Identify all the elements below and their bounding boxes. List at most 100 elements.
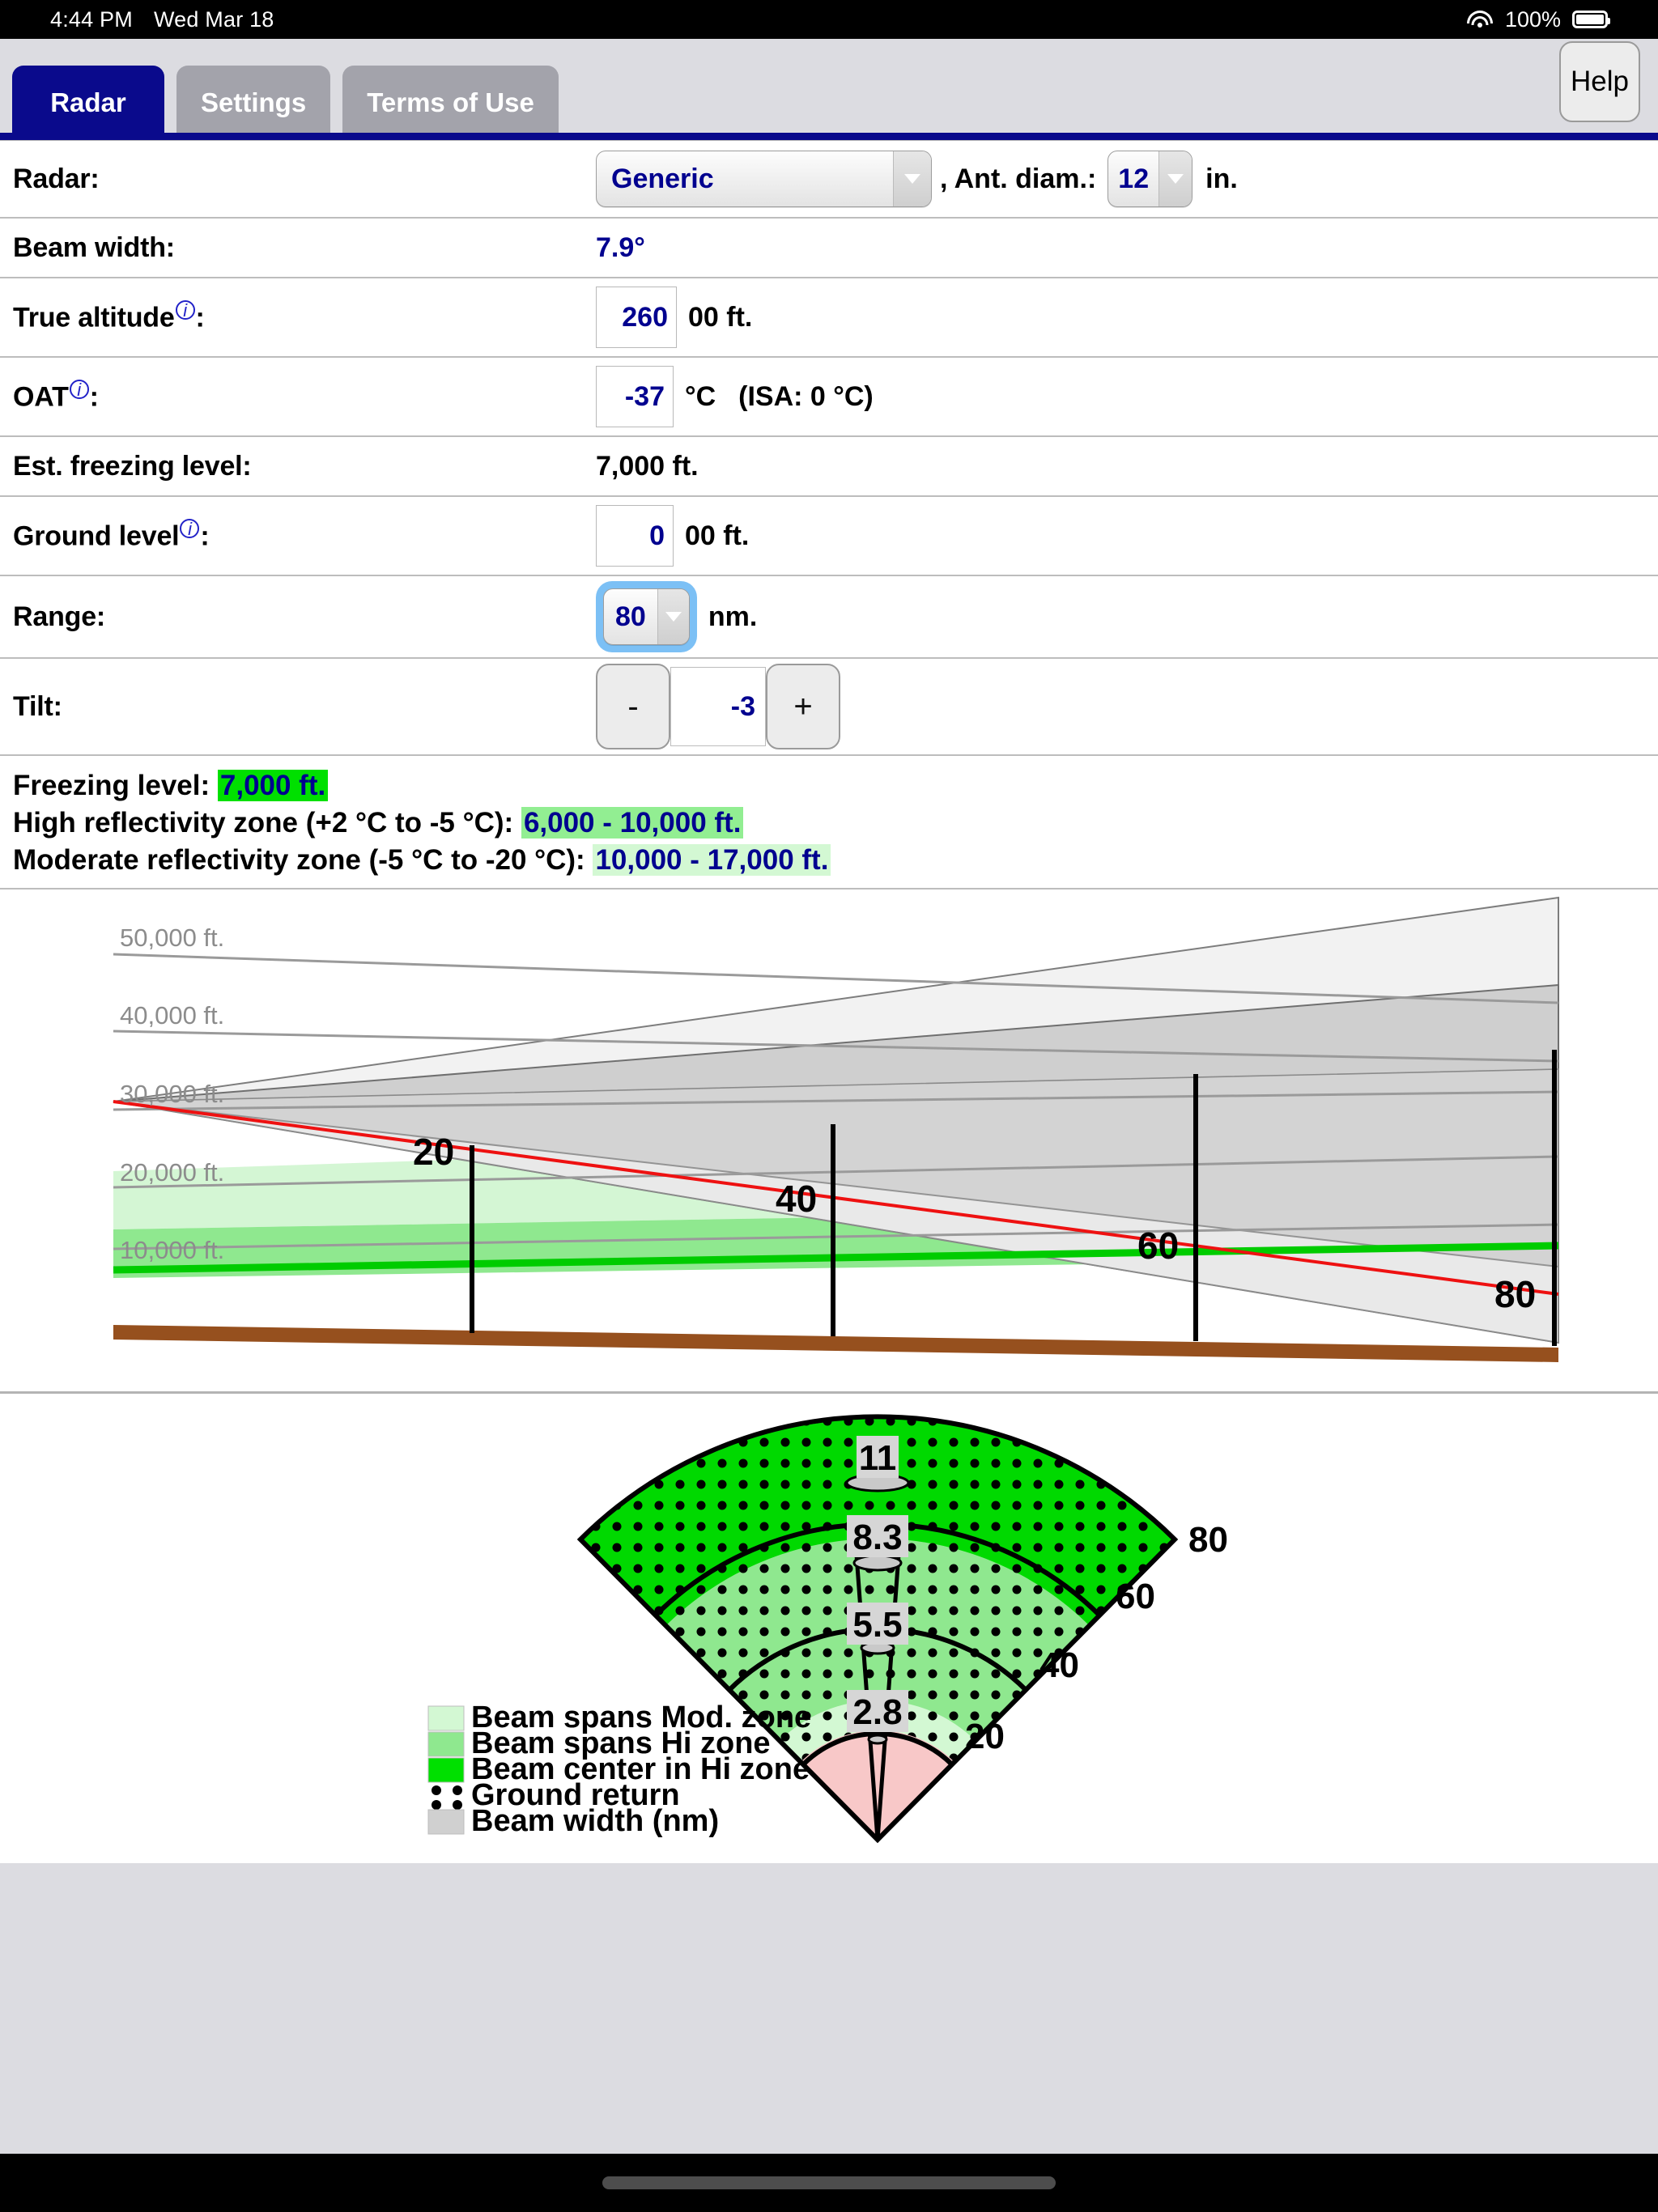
sv-xtick-20: 20 — [413, 1131, 454, 1173]
tab-settings-label: Settings — [201, 87, 307, 117]
info-icon[interactable]: i — [180, 519, 200, 539]
oat-isa: (ISA: 0 °C) — [738, 380, 874, 412]
legend-swatch-beam-width — [427, 1809, 465, 1835]
summary-moderate-value: 10,000 - 17,000 ft. — [593, 844, 831, 877]
row-true-altitude: True altitude i: 260 00 ft. — [0, 278, 1658, 358]
fan-beamwidth-20: 2.8 — [852, 1692, 902, 1732]
ground-level-label: Ground level i: — [13, 519, 210, 552]
reflectivity-summary: Freezing level: 7,000 ft. High reflectiv… — [0, 756, 1658, 889]
status-bar-left: 4:44 PM Wed Mar 18 — [50, 7, 274, 32]
row-oat: OAT i: -37 °C (ISA: 0 °C) — [0, 358, 1658, 437]
row-radar: Radar: Generic , Ant. diam.: 12 in. — [0, 141, 1658, 219]
tilt-decrement-button[interactable]: - — [596, 664, 670, 749]
plan-view-chart[interactable]: 2.8 5.5 8.3 11 20 40 60 80 Beam spans Mo… — [0, 1393, 1658, 1863]
help-button[interactable]: Help — [1559, 41, 1640, 122]
summary-high-value: 6,000 - 10,000 ft. — [521, 807, 744, 839]
battery-icon — [1572, 11, 1610, 28]
true-altitude-unit: 00 ft. — [688, 301, 753, 333]
ant-diam-value: 12 — [1118, 163, 1150, 194]
chevron-down-icon — [893, 151, 931, 206]
fan-ring-label-20: 20 — [965, 1717, 1005, 1756]
true-altitude-value: 260 — [622, 301, 668, 333]
legend-swatch-hi-zone — [427, 1731, 465, 1757]
tab-bar: Radar Settings Terms of Use Help — [0, 39, 1658, 140]
summary-high-prefix: High reflectivity zone (+2 °C to -5 °C): — [13, 807, 521, 839]
true-altitude-input[interactable]: 260 — [596, 287, 677, 348]
legend-swatch-center-hi-zone — [427, 1757, 465, 1783]
ground-level-input[interactable]: 0 — [596, 505, 674, 567]
sv-ytick-10000: 10,000 ft. — [120, 1236, 224, 1264]
page-background-filler — [0, 1862, 1658, 2154]
legend-label-beam-width: Beam width (nm) — [471, 1804, 719, 1838]
tilt-decrement-label: - — [627, 688, 639, 724]
summary-freezing-line: Freezing level: 7,000 ft. — [13, 767, 1645, 805]
beam-width-label: Beam width: — [13, 231, 175, 263]
tilt-increment-button[interactable]: + — [766, 664, 840, 749]
oat-label: OAT i: — [13, 380, 99, 413]
row-est-freezing-level: Est. freezing level: 7,000 ft. — [0, 437, 1658, 497]
fan-beamwidth-40: 5.5 — [852, 1605, 902, 1645]
range-select[interactable]: 80 — [603, 588, 690, 645]
radar-label: Radar: — [13, 163, 100, 194]
summary-high-line: High reflectivity zone (+2 °C to -5 °C):… — [13, 805, 1645, 842]
sv-ytick-40000: 40,000 ft. — [120, 1001, 224, 1030]
summary-moderate-prefix: Moderate reflectivity zone (-5 °C to -20… — [13, 844, 593, 877]
radar-select-value: Generic — [611, 163, 714, 194]
status-bar-right: 100% — [1466, 6, 1610, 32]
ant-diam-unit: in. — [1205, 163, 1238, 194]
beam-width-value: 7.9° — [596, 231, 645, 263]
wifi-icon — [1466, 9, 1494, 30]
info-icon[interactable]: i — [175, 300, 195, 321]
est-freezing-level-label: Est. freezing level: — [13, 450, 252, 482]
oat-value: -37 — [624, 380, 665, 412]
sv-xtick-80: 80 — [1494, 1273, 1536, 1315]
radar-select[interactable]: Generic — [596, 151, 932, 207]
row-beam-width: Beam width: 7.9° — [0, 219, 1658, 278]
fan-ring-label-40: 40 — [1039, 1645, 1079, 1685]
sv-ytick-50000: 50,000 ft. — [120, 923, 224, 952]
tab-radar[interactable]: Radar — [12, 66, 164, 140]
summary-moderate-line: Moderate reflectivity zone (-5 °C to -20… — [13, 842, 1645, 879]
ground-level-value: 0 — [649, 520, 665, 551]
tab-settings[interactable]: Settings — [176, 66, 331, 140]
fan-ring-label-60: 60 — [1116, 1577, 1155, 1616]
help-button-label: Help — [1571, 66, 1629, 97]
range-select-focus-ring: 80 — [596, 581, 697, 652]
tab-terms-of-use-label: Terms of Use — [367, 87, 534, 117]
sv-ytick-20000: 20,000 ft. — [120, 1158, 224, 1187]
home-indicator[interactable] — [602, 2176, 1056, 2189]
oat-unit: °C — [685, 380, 716, 412]
status-bar: 4:44 PM Wed Mar 18 100% — [0, 0, 1658, 39]
side-view-chart[interactable]: 50,000 ft. 40,000 ft. 30,000 ft. 20,000 … — [0, 889, 1658, 1394]
chevron-down-icon — [657, 589, 689, 644]
range-label: Range: — [13, 601, 106, 632]
summary-freezing-value: 7,000 ft. — [217, 770, 329, 801]
tab-terms-of-use[interactable]: Terms of Use — [342, 66, 559, 140]
oat-input[interactable]: -37 — [596, 366, 674, 427]
row-range: Range: 80 nm. — [0, 576, 1658, 659]
status-date: Wed Mar 18 — [153, 6, 274, 32]
true-altitude-label: True altitude i: — [13, 300, 205, 333]
info-icon[interactable]: i — [69, 380, 89, 400]
tab-radar-label: Radar — [50, 87, 126, 117]
radar-form-card: Radar: Generic , Ant. diam.: 12 in. Beam… — [0, 140, 1658, 1863]
fan-beamwidth-60: 8.3 — [852, 1518, 902, 1557]
row-ground-level: Ground level i: 0 00 ft. — [0, 497, 1658, 576]
ground-level-unit: 00 ft. — [685, 520, 750, 551]
sv-xtick-60: 60 — [1137, 1225, 1179, 1267]
tilt-value: -3 — [730, 690, 755, 722]
sv-ytick-30000: 30,000 ft. — [120, 1080, 224, 1108]
chevron-down-icon — [1158, 151, 1192, 206]
est-freezing-level-value: 7,000 ft. — [596, 450, 699, 482]
summary-freezing-prefix: Freezing level: — [13, 770, 218, 801]
battery-percent-label: 100% — [1504, 6, 1561, 32]
tilt-label: Tilt: — [13, 690, 62, 722]
tilt-increment-label: + — [793, 688, 813, 724]
ant-diam-select[interactable]: 12 — [1107, 151, 1193, 207]
sv-xtick-40: 40 — [776, 1178, 817, 1220]
fan-beamwidth-80: 11 — [859, 1438, 897, 1478]
range-unit: nm. — [708, 601, 758, 632]
tab-underline — [0, 133, 1658, 140]
ant-diam-label: , Ant. diam.: — [940, 163, 1097, 194]
tilt-input[interactable]: -3 — [670, 667, 766, 746]
